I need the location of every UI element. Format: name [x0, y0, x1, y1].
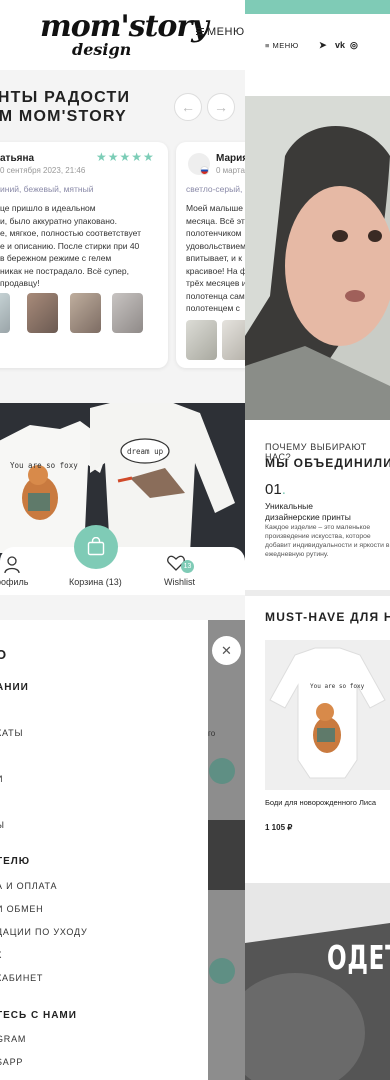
vk-icon[interactable]: vk: [335, 40, 345, 50]
review-photo[interactable]: [112, 293, 143, 333]
wishlist-count-badge: 13: [181, 560, 194, 573]
review-text: Моей малыше месяца. Всё эт полотенчиком …: [186, 203, 245, 313]
review-color: светло-серый,: [186, 184, 243, 194]
drawer-item[interactable]: КАТЫ: [0, 728, 23, 738]
bodysuit-illustration: You are so foxy: [265, 640, 390, 790]
hero-photo: [245, 96, 390, 420]
overlay-text: го: [208, 729, 216, 738]
review-author: атьяна: [0, 153, 35, 164]
overlay-cart-button: [209, 758, 235, 784]
feature-title: Уникальные дизайнерские принты: [265, 501, 351, 522]
drawer-item[interactable]: GRAM: [0, 1034, 26, 1044]
section-divider: [245, 590, 390, 596]
overlay-photo: [208, 820, 245, 890]
arrow-left-icon: ←: [181, 99, 195, 115]
brand-logo[interactable]: mom'story: [40, 12, 209, 42]
review-photo[interactable]: [0, 293, 10, 333]
drawer-item[interactable]: SAPP: [0, 1057, 23, 1067]
menu-label: МЕНЮ: [207, 26, 245, 38]
dress-illustration: [245, 883, 390, 1080]
profile-icon[interactable]: [4, 556, 20, 574]
mobile-screen-right: ≡ МЕНЮ ➤ vk ◎ ПОЧЕМУ ВЫБИРАЮТ НАС? МЫ ОБ…: [245, 0, 390, 1080]
review-photo[interactable]: [186, 320, 217, 360]
reviews-title: ЕНТЫ РАДОСТИ AM MOM'STORY: [0, 88, 186, 126]
overlay-cart-button: [209, 958, 235, 984]
reviews-next-button[interactable]: →: [207, 93, 235, 121]
fox-print-text: You are so foxy: [10, 461, 78, 470]
hamburger-icon: [196, 28, 204, 35]
reviews-title-line1: ЕНТЫ РАДОСТИ: [0, 89, 131, 106]
review-photo[interactable]: [222, 320, 245, 360]
bird-print-text: dream up: [127, 447, 164, 456]
review-date: 0 сентября 2023, 21:46: [0, 166, 86, 175]
review-date: 0 марта: [216, 166, 245, 175]
navigation-drawer: О АНИИ КАТЫ И Ы ТЕЛЮ А И ОПЛАТА И ОБМЕН …: [0, 620, 210, 1080]
product-photo[interactable]: You are so foxy: [265, 640, 390, 790]
dress-banner-photo: [245, 883, 390, 1080]
review-photo[interactable]: [70, 293, 101, 333]
wishlist-label[interactable]: Wishlist: [164, 577, 195, 587]
cart-label[interactable]: Корзина (13): [69, 577, 122, 587]
russia-flag-icon: [200, 166, 209, 175]
dress-banner-text: ОДЕТ: [327, 938, 390, 977]
drawer-item[interactable]: К: [0, 950, 2, 960]
review-photo[interactable]: [27, 293, 58, 333]
cart-button[interactable]: [74, 525, 118, 569]
telegram-icon[interactable]: ➤: [319, 40, 327, 51]
drawer-title: О: [0, 647, 8, 662]
drawer-item[interactable]: Ы: [0, 820, 5, 830]
arrow-right-icon: →: [214, 99, 228, 115]
close-button[interactable]: ✕: [212, 636, 241, 665]
drawer-item[interactable]: КАБИНЕТ: [0, 973, 43, 983]
drawer-section-heading: ТЕСЬ С НАМИ: [0, 1010, 77, 1021]
shopping-bag-icon: [87, 537, 105, 556]
drawer-item[interactable]: А И ОПЛАТА: [0, 881, 57, 891]
feature-text: Каждое изделие – это маленькое произведе…: [265, 524, 390, 558]
review-text: це пришло в идеальном и, было аккуратно …: [0, 203, 141, 288]
brand-logo-sub: design: [72, 40, 132, 59]
site-header: mom'story design МЕНЮ: [0, 0, 245, 70]
reviews-title-line2: AM MOM'STORY: [0, 108, 127, 125]
drawer-item[interactable]: И: [0, 774, 3, 784]
menu-button[interactable]: ≡ МЕНЮ: [265, 41, 299, 50]
review-stars: ★★★★★: [96, 150, 155, 164]
page: mom'story design МЕНЮ ЕНТЫ РАДОСТИ AM MO…: [0, 0, 390, 1080]
profile-label[interactable]: рофиль: [0, 577, 28, 587]
top-accent-strip: [245, 0, 390, 14]
menu-button[interactable]: МЕНЮ: [196, 26, 245, 38]
drawer-section-heading: АНИИ: [0, 682, 29, 693]
close-icon: ✕: [221, 643, 232, 658]
musthave-heading: MUST-HAVE ДЛЯ НО: [265, 610, 390, 624]
drawer-item[interactable]: И ОБМЕН: [0, 904, 43, 914]
menu-label: МЕНЮ: [272, 41, 299, 50]
reviews-prev-button[interactable]: ←: [174, 93, 202, 121]
review-color: иний, бежевый, мятный: [0, 184, 94, 194]
fox-print-text: You are so foxy: [310, 683, 365, 690]
baby-illustration: [245, 96, 390, 420]
review-card: Мария 0 марта светло-серый, Моей малыше …: [176, 142, 245, 368]
drawer-section-heading: ТЕЛЮ: [0, 856, 31, 867]
product-name[interactable]: Боди для новорожденного Лиса: [265, 798, 376, 807]
review-card: атьяна 0 сентября 2023, 21:46 ★★★★★ иний…: [0, 142, 168, 368]
review-author: Мария: [216, 153, 245, 164]
why-us-heading: МЫ ОБЪЕДИНИЛИ: [265, 456, 390, 470]
product-price: 1 105 ₽: [265, 823, 293, 832]
mobile-screen-left: mom'story design МЕНЮ ЕНТЫ РАДОСТИ AM MO…: [0, 0, 245, 1080]
feature-number: 01.: [265, 481, 286, 498]
instagram-icon[interactable]: ◎: [350, 40, 358, 51]
drawer-item[interactable]: ДАЦИИ ПО УХОДУ: [0, 927, 88, 937]
bottom-navigation: рофиль Корзина (13) Wishlist: [0, 547, 245, 595]
